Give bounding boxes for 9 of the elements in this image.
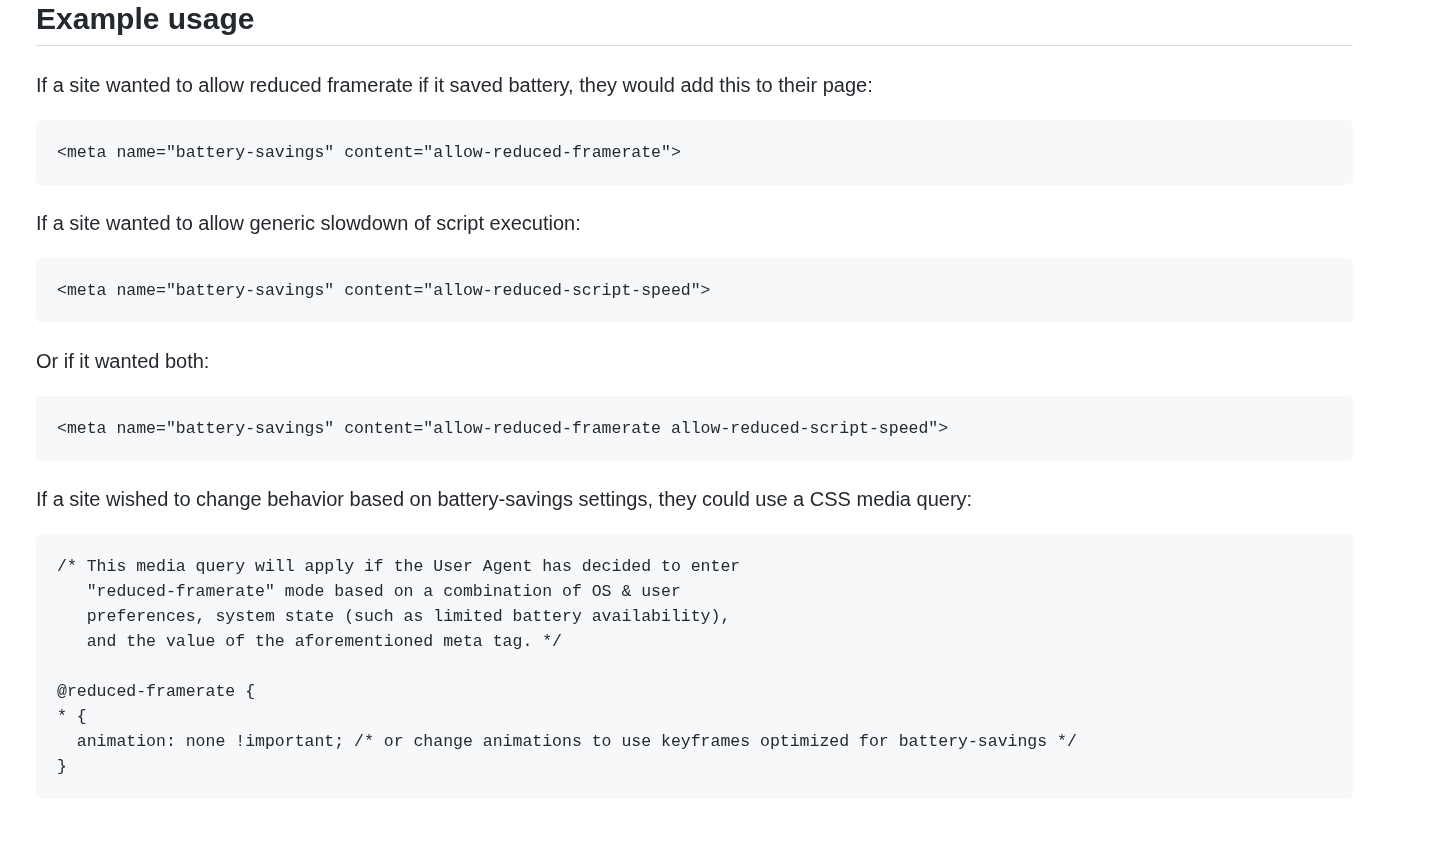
code-block: <meta name="battery-savings" content="allow-reduced-framerate"> — [36, 120, 1353, 185]
code-block: <meta name="battery-savings" content="allow-reduced-script-speed"> — [36, 258, 1353, 323]
paragraph: If a site wished to change behavior based on battery-savings settings, they could use a CSS media query: — [36, 487, 974, 512]
section-heading: Example usage — [36, 0, 1353, 46]
code-block: <meta name="battery-savings" content="allow-reduced-framerate allow-reduced-script-speed"> — [36, 396, 1353, 461]
paragraph: Or if it wanted both: — [36, 349, 211, 374]
paragraph: If a site wanted to allow generic slowdown of script execution: — [36, 211, 582, 236]
code-block: /* This media query will apply if the User Agent has decided to enter "reduced-framerate" mode based on a combination of OS & user preferences, system state (such as limited battery availability), and the value of the aforementioned meta tag. */ @reduced-framerate { * { animation: none !important; /* or change animations to use keyframes optimized for battery-savings */ } — [36, 534, 1353, 799]
paragraph: If a site wanted to allow reduced framerate if it saved battery, they would add this to their page: — [36, 73, 874, 98]
